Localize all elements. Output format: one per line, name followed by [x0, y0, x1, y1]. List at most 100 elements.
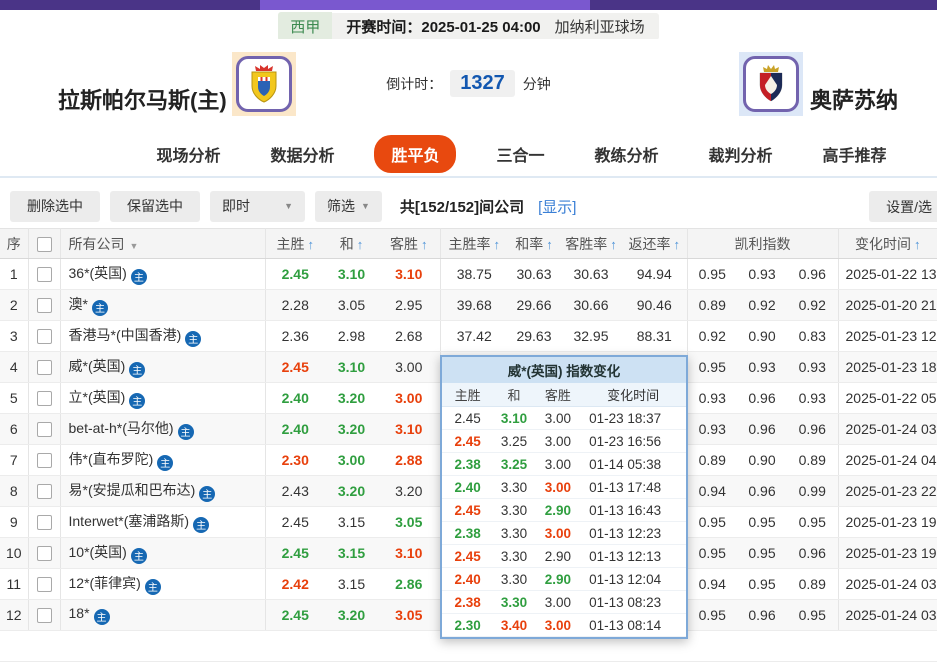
popup-draw-odds: 3.25 — [493, 434, 534, 449]
change-time: 2025-01-23 19:11 — [838, 538, 937, 569]
row-checkbox[interactable] — [37, 391, 52, 406]
nav-tab[interactable]: 现场分析 — [146, 135, 230, 173]
nav-tab[interactable]: 胜平负 — [374, 135, 456, 173]
kelly-home: 0.95 — [687, 352, 737, 383]
nav-tabs: 现场分析 数据分析 胜平负 三合一 教练分析 裁判分析 高手推荐 — [0, 132, 937, 176]
col-home-odds[interactable]: 主胜↑ — [265, 229, 325, 259]
filter-dropdown[interactable]: 筛选▼ — [315, 191, 382, 222]
delete-selected-button[interactable]: 删除选中 — [10, 191, 100, 222]
row-checkbox[interactable] — [37, 422, 52, 437]
row-checkbox[interactable] — [37, 577, 52, 592]
row-checkbox[interactable] — [37, 484, 52, 499]
popup-col-draw: 和 — [493, 385, 534, 404]
row-checkbox[interactable] — [37, 608, 52, 623]
row-checkbox[interactable] — [37, 329, 52, 344]
kelly-home: 0.95 — [687, 538, 737, 569]
away-odds: 3.10 — [378, 414, 440, 445]
row-checkbox[interactable] — [37, 453, 52, 468]
draw-odds: 3.15 — [325, 507, 378, 538]
home-odds: 2.45 — [265, 352, 325, 383]
row-checkbox[interactable] — [37, 298, 52, 313]
kelly-away: 0.96 — [787, 538, 838, 569]
col-away-rate[interactable]: 客胜率↑ — [560, 229, 622, 259]
popup-odds-row: 2.45 3.30 2.90 01-13 16:43 — [442, 499, 686, 522]
company-cell[interactable]: 易*(安提瓜和巴布达)主 — [60, 476, 265, 507]
row-index: 8 — [0, 476, 28, 507]
away-odds: 3.00 — [378, 383, 440, 414]
league-badge: 西甲 — [278, 12, 332, 41]
away-odds: 2.88 — [378, 445, 440, 476]
kelly-away: 0.99 — [787, 476, 838, 507]
company-cell[interactable]: 香港马*(中国香港)主 — [60, 321, 265, 352]
draw-rate: 29.66 — [508, 290, 560, 321]
col-company[interactable]: 所有公司▼ — [60, 229, 265, 259]
nav-tab[interactable]: 数据分析 — [260, 135, 344, 173]
popup-rows: 2.45 3.10 3.00 01-23 18:37 2.45 3.25 3.0… — [442, 407, 686, 637]
home-odds: 2.45 — [265, 538, 325, 569]
instant-dropdown[interactable]: 即时▼ — [210, 191, 305, 222]
kelly-away: 0.89 — [787, 569, 838, 600]
col-home-rate[interactable]: 主胜率↑ — [440, 229, 508, 259]
col-return-rate[interactable]: 返还率↑ — [622, 229, 687, 259]
row-index: 5 — [0, 383, 28, 414]
kelly-draw: 0.96 — [737, 414, 787, 445]
keep-selected-button[interactable]: 保留选中 — [110, 191, 200, 222]
col-return-rate-label: 返还率 — [629, 236, 671, 252]
row-index: 4 — [0, 352, 28, 383]
select-all-checkbox[interactable] — [37, 237, 52, 252]
popup-away-odds: 2.90 — [535, 503, 581, 518]
company-cell[interactable]: 12*(菲律宾)主 — [60, 569, 265, 600]
kelly-home: 0.95 — [687, 507, 737, 538]
company-cell[interactable]: 威*(英国)主 — [60, 352, 265, 383]
home-rate: 37.42 — [440, 321, 508, 352]
draw-odds: 3.15 — [325, 569, 378, 600]
away-odds: 3.05 — [378, 600, 440, 631]
table-row[interactable]: 2 澳*主 2.28 3.05 2.95 39.68 29.66 30.66 9… — [0, 290, 937, 321]
row-index: 1 — [0, 259, 28, 290]
company-cell[interactable]: 立*(英国)主 — [60, 383, 265, 414]
kelly-home: 0.94 — [687, 569, 737, 600]
sort-up-icon: ↑ — [494, 237, 501, 252]
home-badge-icon: 主 — [185, 331, 201, 347]
home-odds: 2.30 — [265, 445, 325, 476]
col-select-all — [28, 229, 60, 259]
table-row[interactable]: 3 香港马*(中国香港)主 2.36 2.98 2.68 37.42 29.63… — [0, 321, 937, 352]
home-badge-icon: 主 — [129, 362, 145, 378]
nav-tab[interactable]: 教练分析 — [585, 135, 669, 173]
draw-odds: 3.10 — [325, 352, 378, 383]
company-cell[interactable]: 10*(英国)主 — [60, 538, 265, 569]
home-badge-icon: 主 — [94, 609, 110, 625]
nav-tab[interactable]: 裁判分析 — [699, 135, 783, 173]
row-checkbox[interactable] — [37, 360, 52, 375]
row-checkbox[interactable] — [37, 267, 52, 282]
col-away-odds[interactable]: 客胜↑ — [378, 229, 440, 259]
settings-button[interactable]: 设置/选 — [869, 191, 937, 222]
change-time: 2025-01-20 21:29 — [838, 290, 937, 321]
sort-up-icon: ↑ — [674, 237, 681, 252]
company-cell[interactable]: bet-at-h*(马尔他)主 — [60, 414, 265, 445]
row-checkbox[interactable] — [37, 546, 52, 561]
popup-away-odds: 3.00 — [535, 434, 581, 449]
show-link[interactable]: [显示] — [538, 196, 576, 217]
row-checkbox[interactable] — [37, 515, 52, 530]
row-checkbox-cell — [28, 600, 60, 631]
return-rate: 88.31 — [622, 321, 687, 352]
col-draw-rate[interactable]: 和率↑ — [508, 229, 560, 259]
nav-tab[interactable]: 高手推荐 — [813, 135, 897, 173]
nav-tab[interactable]: 三合一 — [486, 135, 554, 173]
company-cell[interactable]: 澳*主 — [60, 290, 265, 321]
popup-col-away: 客胜 — [535, 385, 581, 404]
company-cell[interactable]: Interwet*(塞浦路斯)主 — [60, 507, 265, 538]
company-cell[interactable]: 18*主 — [60, 600, 265, 631]
company-cell[interactable]: 伟*(直布罗陀)主 — [60, 445, 265, 476]
company-cell[interactable]: 36*(英国)主 — [60, 259, 265, 290]
col-draw-odds[interactable]: 和↑ — [325, 229, 378, 259]
chevron-down-icon: ▼ — [130, 241, 139, 251]
col-change-time[interactable]: 变化时间↑ — [838, 229, 937, 259]
home-badge-icon: 主 — [131, 548, 147, 564]
kelly-home: 0.92 — [687, 321, 737, 352]
table-row[interactable]: 1 36*(英国)主 2.45 3.10 3.10 38.75 30.63 30… — [0, 259, 937, 290]
company-name: 12*(菲律宾) — [69, 575, 141, 591]
draw-odds: 3.20 — [325, 414, 378, 445]
draw-odds: 3.05 — [325, 290, 378, 321]
